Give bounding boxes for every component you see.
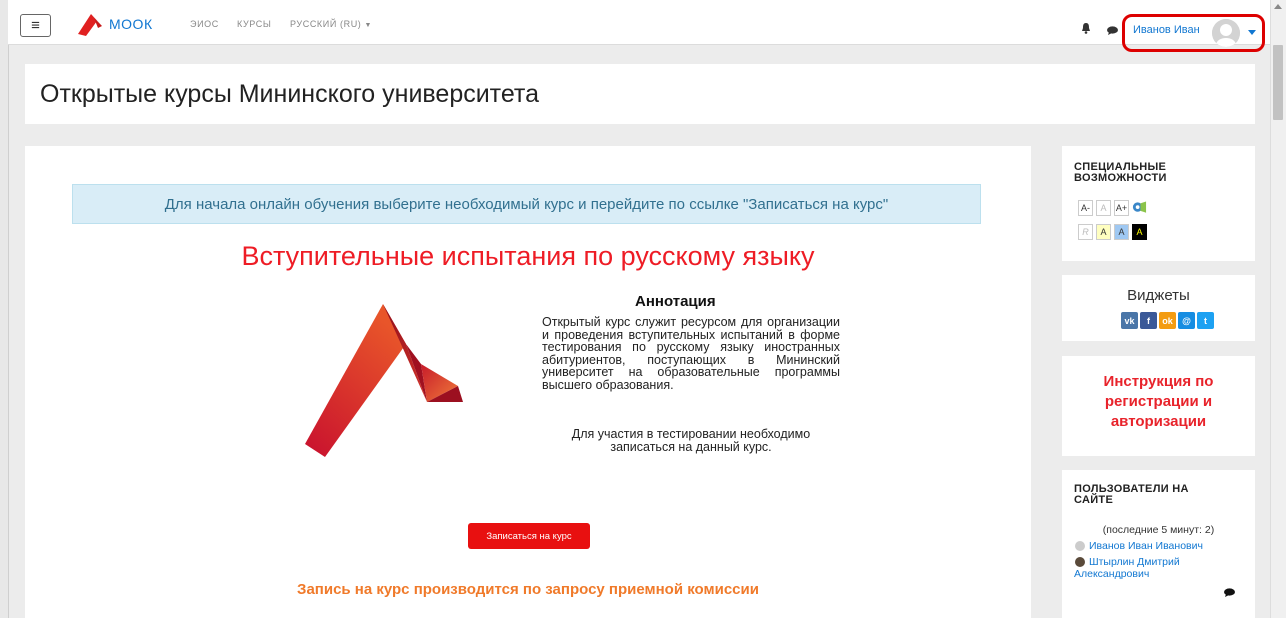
font-increase-button[interactable]: A+ [1114, 200, 1129, 216]
accessibility-block: СПЕЦИАЛЬНЫЕ ВОЗМОЖНОСТИ A- A A+ R A A A [1062, 146, 1255, 261]
chevron-down-icon: ▼ [364, 22, 373, 29]
annotation-note: Для участия в тестировании необходимо за… [571, 427, 811, 454]
online-users-subtitle: (последние 5 минут: 2) [1102, 524, 1215, 536]
chevron-down-icon[interactable] [1248, 30, 1256, 35]
online-users-block: ПОЛЬЗОВАТЕЛИ НА САЙТЕ (последние 5 минут… [1062, 470, 1255, 618]
chat-icon[interactable] [1224, 588, 1235, 597]
nav-link-courses[interactable]: КУРСЫ [237, 19, 271, 29]
online-user-link[interactable]: Штырлин Дмитрий Александрович [1074, 556, 1224, 580]
scrollbar-thumb[interactable] [1273, 45, 1283, 120]
color-blue-button[interactable]: A [1114, 224, 1129, 240]
online-user-link[interactable]: Иванов Иван Иванович [1089, 540, 1203, 552]
brand-name: МООК [109, 16, 153, 32]
brand-link[interactable]: МООК [76, 12, 153, 36]
mook-logo-icon [78, 14, 102, 36]
instruction-block: Инструкция по регистрации и авторизации [1062, 356, 1255, 456]
speech-icon[interactable] [1132, 200, 1147, 216]
avatar[interactable] [1212, 19, 1240, 47]
twitter-icon[interactable]: t [1197, 312, 1214, 329]
scroll-up-arrow-icon[interactable] [1274, 4, 1282, 9]
instruction-link[interactable]: Инструкция по регистрации и авторизации [1062, 372, 1255, 432]
info-notice: Для начала онлайн обучения выберите необ… [72, 184, 981, 224]
color-yellow-button[interactable]: A [1096, 224, 1111, 240]
nav-link-eios[interactable]: ЭИОС [190, 19, 219, 29]
moimir-icon[interactable]: @ [1178, 312, 1195, 329]
annotation-title: Аннотация [635, 293, 716, 310]
nav-link-language[interactable]: РУССКИЙ (RU) ▼ [290, 19, 372, 29]
odnoklassniki-icon[interactable]: ok [1159, 312, 1176, 329]
enroll-note: Запись на курс производится по запросу п… [297, 581, 759, 598]
menu-toggle-button[interactable]: ≡ [20, 14, 51, 37]
widgets-block: Виджеты vk f ok @ t [1062, 275, 1255, 341]
widgets-title: Виджеты [1127, 287, 1190, 304]
main-content: Для начала онлайн обучения выберите необ… [25, 146, 1031, 618]
color-black-button[interactable]: A [1132, 224, 1147, 240]
facebook-icon[interactable]: f [1140, 312, 1157, 329]
accessibility-title: СПЕЦИАЛЬНЫЕ ВОЗМОЖНОСТИ [1074, 161, 1167, 184]
language-label: РУССКИЙ (RU) [290, 19, 362, 29]
online-users-title: ПОЛЬЗОВАТЕЛИ НА САЙТЕ [1074, 483, 1189, 506]
menu-icon: ≡ [31, 17, 40, 34]
vk-icon[interactable]: vk [1121, 312, 1138, 329]
course-title: Вступительные испытания по русскому язык… [241, 241, 815, 271]
course-logo-image [305, 304, 463, 457]
page-title: Открытые курсы Мининского университета [40, 80, 539, 108]
chat-icon[interactable] [1107, 26, 1118, 35]
page-header: Открытые курсы Мининского университета [25, 64, 1255, 124]
bell-icon[interactable] [1081, 23, 1091, 34]
color-reset-button[interactable]: R [1078, 224, 1093, 240]
user-menu-name[interactable]: Иванов Иван [1133, 24, 1200, 36]
annotation-text: Открытый курс служит ресурсом для органи… [542, 315, 840, 392]
enroll-button[interactable]: Записаться на курс [468, 523, 590, 549]
font-decrease-button[interactable]: A- [1078, 200, 1093, 216]
user-avatar-icon [1075, 541, 1085, 551]
font-reset-button[interactable]: A [1096, 200, 1111, 216]
